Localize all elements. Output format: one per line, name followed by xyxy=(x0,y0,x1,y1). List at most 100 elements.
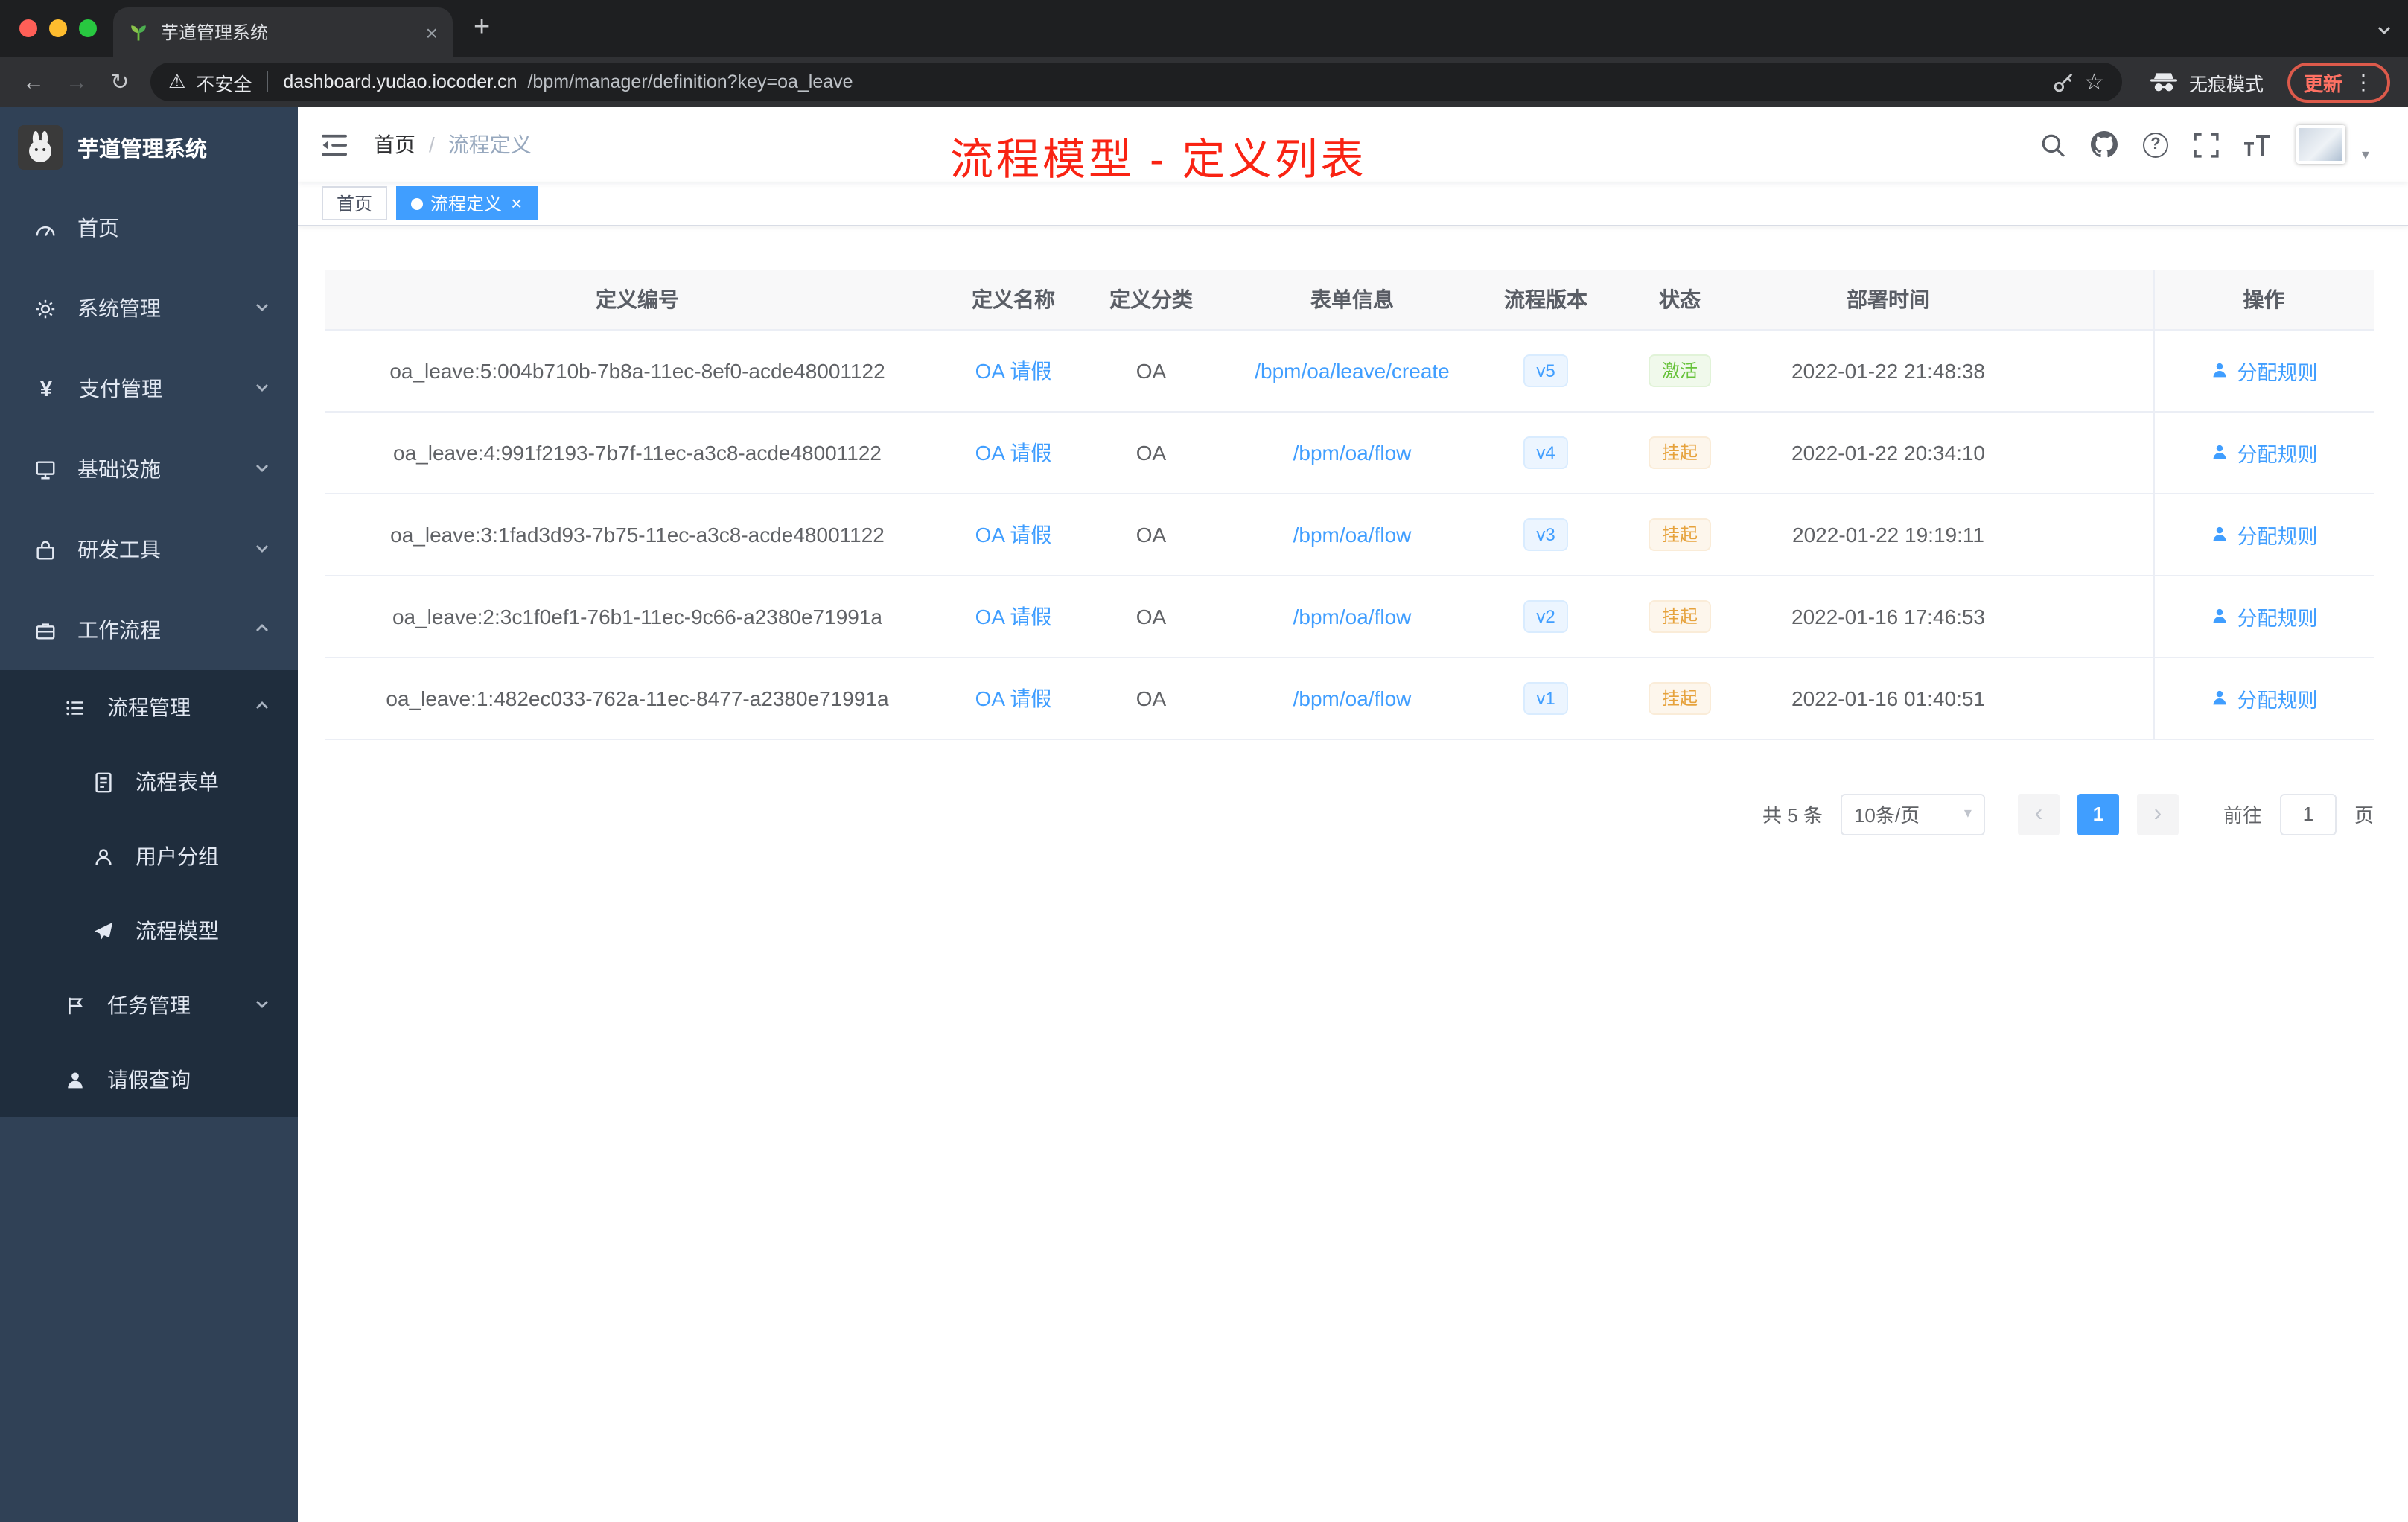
close-window-button[interactable] xyxy=(19,19,37,37)
spacer-cell xyxy=(2030,270,2153,330)
form-link[interactable]: /bpm/oa/flow xyxy=(1293,440,1412,464)
assign-rule-button[interactable]: 分配规则 xyxy=(2211,519,2318,549)
forward-button[interactable]: → xyxy=(58,69,95,95)
assign-rule-button[interactable]: 分配规则 xyxy=(2211,683,2318,713)
column-header: 表单信息 xyxy=(1226,270,1479,330)
update-button[interactable]: 更新 ⋮ xyxy=(2287,62,2390,102)
column-header: 流程版本 xyxy=(1479,270,1613,330)
sidebar-item-workflow[interactable]: 工作流程 xyxy=(0,590,298,670)
sidebar-item-user-group[interactable]: 用户分组 xyxy=(0,819,298,894)
briefcase-icon xyxy=(36,623,55,639)
font-size-button[interactable] xyxy=(2243,133,2271,156)
sidebar: 芋道管理系统 首页 系统管理 ¥ 支付管理 基础设施 研发工具 工作流程 流程管… xyxy=(0,107,298,1522)
user-avatar[interactable] xyxy=(2296,125,2345,164)
sidebar-item-process-model[interactable]: 流程模型 xyxy=(0,894,298,968)
sidebar-toggle-button[interactable] xyxy=(322,133,347,156)
tag-home[interactable]: 首页 xyxy=(322,186,388,220)
window-controls xyxy=(19,19,97,37)
sidebar-item-leave-query[interactable]: 请假查询 xyxy=(0,1042,298,1117)
sidebar-item-home[interactable]: 首页 xyxy=(0,188,298,268)
sidebar-item-label: 工作流程 xyxy=(77,618,161,642)
assign-rule-button[interactable]: 分配规则 xyxy=(2211,601,2318,631)
breadcrumb-home[interactable]: 首页 xyxy=(374,130,415,159)
tab-close-icon[interactable]: × xyxy=(426,22,438,42)
browser-window: 芋道管理系统 × + ← → ↻ ⚠ 不安全 dashboard.yudao.i… xyxy=(0,0,2408,1522)
cell-form-info: /bpm/oa/flow xyxy=(1226,493,1479,576)
cell-version: v1 xyxy=(1479,657,1613,739)
next-page-button[interactable]: › xyxy=(2136,793,2179,835)
table-row: oa_leave:4:991f2193-7b7f-11ec-a3c8-acde4… xyxy=(325,411,2374,494)
spacer-cell xyxy=(2030,575,2153,657)
new-tab-button[interactable]: + xyxy=(474,12,490,45)
github-icon xyxy=(2090,131,2118,158)
browser-tab[interactable]: 芋道管理系统 × xyxy=(113,7,453,57)
cell-actions: 分配规则 xyxy=(2153,657,2374,739)
search-button[interactable] xyxy=(2040,132,2065,157)
tab-search-chevron-icon[interactable] xyxy=(2375,19,2393,46)
definition-name-link[interactable]: OA 请假 xyxy=(975,686,1052,710)
chevron-down-icon: ▾ xyxy=(1963,806,1972,822)
app-header: 首页 / 流程定义 流程模型 - 定义列表 ? ▾ xyxy=(298,107,2408,185)
current-page-button[interactable]: 1 xyxy=(2077,793,2119,835)
cell-form-info: /bpm/oa/flow xyxy=(1226,657,1479,739)
prev-page-button[interactable]: ‹ xyxy=(2017,793,2060,835)
sidebar-item-label: 流程模型 xyxy=(136,919,219,943)
chevron-down-icon xyxy=(253,296,271,320)
cell-version: v2 xyxy=(1479,575,1613,657)
form-link[interactable]: /bpm/oa/flow xyxy=(1293,604,1412,628)
github-button[interactable] xyxy=(2090,131,2118,158)
page-size-select[interactable]: 10条/页 ▾ xyxy=(1840,793,1985,835)
back-button[interactable]: ← xyxy=(15,69,52,95)
cell-status: 挂起 xyxy=(1613,657,1747,739)
sidebar-item-label: 流程管理 xyxy=(107,695,191,719)
assign-rule-button[interactable]: 分配规则 xyxy=(2211,355,2318,385)
user-group-icon xyxy=(95,848,112,865)
chevron-up-icon xyxy=(253,618,271,642)
definition-name-link[interactable]: OA 请假 xyxy=(975,358,1052,382)
fullscreen-button[interactable] xyxy=(2194,132,2219,157)
reload-button[interactable]: ↻ xyxy=(101,69,138,95)
tag-close-icon[interactable]: × xyxy=(511,194,522,213)
goto-page-input[interactable] xyxy=(2279,793,2337,835)
tag-process-definition[interactable]: 流程定义 × xyxy=(396,186,538,220)
sidebar-item-payment[interactable]: ¥ 支付管理 xyxy=(0,348,298,429)
sidebar-item-devtools[interactable]: 研发工具 xyxy=(0,509,298,590)
form-link[interactable]: /bpm/oa/flow xyxy=(1293,522,1412,546)
sidebar-item-system[interactable]: 系统管理 xyxy=(0,268,298,348)
cell-version: v3 xyxy=(1479,493,1613,576)
definition-name-link[interactable]: OA 请假 xyxy=(975,522,1052,546)
security-label[interactable]: 不安全 xyxy=(196,68,252,96)
form-link[interactable]: /bpm/oa/leave/create xyxy=(1255,358,1450,382)
cell-definition-name: OA 请假 xyxy=(950,575,1077,657)
form-link[interactable]: /bpm/oa/flow xyxy=(1293,686,1412,710)
cell-version: v5 xyxy=(1479,329,1613,412)
minimize-window-button[interactable] xyxy=(49,19,67,37)
assign-rule-button[interactable]: 分配规则 xyxy=(2211,437,2318,467)
browser-menu-icon[interactable]: ⋮ xyxy=(2353,69,2374,95)
column-header: 操作 xyxy=(2153,270,2374,330)
incognito-badge: 无痕模式 xyxy=(2149,68,2264,96)
bookmark-star-icon[interactable]: ☆ xyxy=(2084,69,2104,95)
incognito-label: 无痕模式 xyxy=(2188,74,2264,95)
cell-category: OA xyxy=(1077,411,1226,494)
fullscreen-icon xyxy=(2194,132,2219,157)
security-warning-icon: ⚠ xyxy=(168,70,186,92)
zoom-window-button[interactable] xyxy=(79,19,97,37)
version-tag: v2 xyxy=(1523,599,1569,632)
help-button[interactable]: ? xyxy=(2142,132,2168,157)
password-key-icon[interactable] xyxy=(2051,71,2074,93)
sidebar-item-infrastructure[interactable]: 基础设施 xyxy=(0,429,298,509)
cell-definition-id: oa_leave:2:3c1f0ef1-76b1-11ec-9c66-a2380… xyxy=(325,575,950,657)
url-path: /bpm/manager/definition?key=oa_leave xyxy=(527,71,853,92)
sidebar-item-process-form[interactable]: 流程表单 xyxy=(0,745,298,819)
breadcrumb-current: 流程定义 xyxy=(447,133,532,156)
cell-category: OA xyxy=(1077,493,1226,576)
url-bar[interactable]: ⚠ 不安全 dashboard.yudao.iocoder.cn/bpm/man… xyxy=(150,63,2122,101)
avatar-caret-icon: ▾ xyxy=(2361,147,2369,163)
sidebar-item-task-management[interactable]: 任务管理 xyxy=(0,968,298,1042)
sidebar-item-process-management[interactable]: 流程管理 xyxy=(0,670,298,745)
cell-definition-id: oa_leave:3:1fad3d93-7b75-11ec-a3c8-acde4… xyxy=(325,493,950,576)
definition-name-link[interactable]: OA 请假 xyxy=(975,440,1052,464)
cell-actions: 分配规则 xyxy=(2153,411,2374,494)
definition-name-link[interactable]: OA 请假 xyxy=(975,604,1052,628)
